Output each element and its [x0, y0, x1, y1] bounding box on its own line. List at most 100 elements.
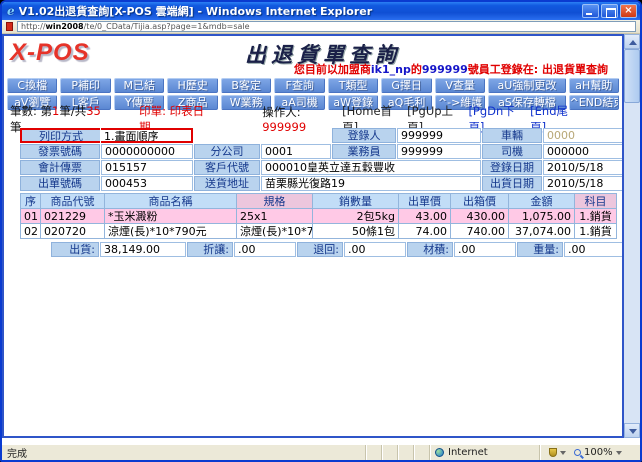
vertical-scrollbar[interactable]: [624, 34, 640, 438]
driver-value: 000000: [543, 144, 623, 159]
status-spacer: [414, 445, 430, 460]
close-button[interactable]: ×: [620, 4, 637, 18]
shipdate-value: 2010/5/18: [543, 176, 623, 191]
url-host: win2008: [46, 22, 84, 31]
table-row[interactable]: 01 021229 *玉米澱粉 25x1 2包5kg 43.00 430.00 …: [21, 209, 617, 224]
ie-icon: e: [7, 4, 15, 18]
total-records: 35: [86, 104, 101, 118]
print-mode-value[interactable]: 1.畫面順序: [101, 128, 193, 143]
status-spacer: [382, 445, 398, 460]
col-unit-price: 出單價: [399, 194, 451, 209]
address-bar: http://win2008/te/0_CData/Tijia.asp?page…: [2, 20, 640, 34]
orderno-label: 出單號碼: [20, 176, 100, 191]
zoom-caret-icon[interactable]: [616, 451, 622, 455]
url-path: /te/0_CData/Tijia.asp?page=1&mdb=sale: [84, 22, 250, 31]
notice-suffix: 號員工登錄在:: [468, 63, 542, 76]
notice-current: 出退貨單查詢: [542, 63, 608, 76]
cell-seq: 01: [21, 209, 41, 224]
print-mode-label: 列印方式: [20, 128, 100, 143]
scroll-up-button[interactable]: [624, 34, 640, 49]
products-header-row: 序 商品代號 商品名稱 規格 銷數量 出單價 出箱價 金額 科目: [21, 194, 617, 209]
cell-unit-price: 43.00: [399, 209, 451, 224]
col-box-price: 出箱價: [451, 194, 509, 209]
page-header: X-POS 出退貨單查詢: [4, 36, 622, 63]
security-zone: Internet: [430, 445, 540, 460]
toolbar-button-type[interactable]: T類型: [328, 78, 378, 93]
zone-label: Internet: [448, 447, 488, 458]
toolbar-button-reprint[interactable]: P補印: [60, 78, 110, 93]
up-arrow-icon: [629, 40, 637, 45]
toolbar-button-query[interactable]: F查詢: [274, 78, 324, 93]
discount-value: .00: [234, 242, 296, 257]
volume-value: .00: [454, 242, 516, 257]
toolbar-button-help[interactable]: aH幫助: [569, 78, 619, 93]
zoom-control[interactable]: 100%: [540, 445, 640, 460]
col-amount: 金額: [509, 194, 575, 209]
login-value: 999999: [397, 128, 481, 143]
cell-spec: 涼煙(長)*10*790元涼煙(長): [237, 224, 313, 239]
table-row[interactable]: 02 020720 涼煙(長)*10*790元 涼煙(長)*10*790元涼煙(…: [21, 224, 617, 239]
driver-label: 司機: [482, 144, 542, 159]
scroll-down-button[interactable]: [624, 423, 640, 438]
shipdate-label: 出貨日期: [482, 176, 542, 191]
weight-value: .00: [564, 242, 624, 257]
customer-label: 客戶代號: [194, 160, 260, 175]
products-table: 序 商品代號 商品名稱 規格 銷數量 出單價 出箱價 金額 科目 01 0212…: [20, 193, 617, 239]
url-field[interactable]: http://win2008/te/0_CData/Tijia.asp?page…: [17, 21, 636, 32]
discount-label: 折讓:: [187, 242, 233, 257]
toolbar-button-pick-date[interactable]: G擇日: [381, 78, 431, 93]
dropdown-caret-icon[interactable]: [560, 451, 566, 455]
toolbar-button-history[interactable]: H歷史: [167, 78, 217, 93]
notice-mid: 的: [411, 63, 422, 76]
count-prefix: 筆數: 第: [10, 104, 52, 118]
cell-code: 020720: [41, 224, 105, 239]
col-code: 商品代號: [41, 194, 105, 209]
toolbar-button-customer-order[interactable]: B客定: [221, 78, 271, 93]
ship-total-value: 38,149.00: [100, 242, 186, 257]
salesman-label: 業務員: [332, 144, 396, 159]
url-prefix: http://: [21, 22, 46, 31]
cell-seq: 02: [21, 224, 41, 239]
magnifier-icon: [574, 449, 581, 456]
form-blank: [194, 128, 331, 143]
scroll-thumb[interactable]: [624, 49, 640, 103]
toolbar-button-force-edit[interactable]: aU強制更改: [488, 78, 565, 93]
cell-name: *玉米澱粉: [105, 209, 237, 224]
totals-row: 出貨: 38,149.00 折讓: .00 退回: .00 材積: .00 重量…: [20, 242, 612, 257]
notice-merchant: ik1_np: [371, 63, 411, 76]
toolbar-row-1: C換檔 P補印 M已結 H歷史 B客定 F查詢 T類型 G擇日 V查量 aU強制…: [4, 77, 622, 94]
toolbar-button-check-qty[interactable]: V查量: [435, 78, 485, 93]
xpos-logo: X-POS: [10, 39, 180, 67]
cell-amount: 37,074.00: [509, 224, 575, 239]
col-category: 科目: [575, 194, 617, 209]
vehicle-value: 0000: [543, 128, 623, 143]
cell-box-price: 430.00: [451, 209, 509, 224]
notice-prefix: 您目前以加盟商: [294, 63, 371, 76]
salesman-value: 999999: [397, 144, 481, 159]
internet-globe-icon: [435, 448, 444, 457]
titlebar: e V1.02出退貨查詢[X-POS 雲端網] - Windows Intern…: [2, 2, 640, 20]
status-bar: 完成 Internet 100%: [2, 444, 640, 460]
cell-qty: 50條1包: [313, 224, 399, 239]
cell-category: 1.銷貨: [575, 209, 617, 224]
protected-mode-icon: [549, 448, 557, 457]
minimize-button[interactable]: [582, 4, 599, 18]
maximize-button[interactable]: [601, 4, 618, 18]
toolbar-button-closed[interactable]: M已結: [114, 78, 164, 93]
favicon: [6, 22, 13, 31]
zoom-level: 100%: [584, 447, 613, 458]
cell-qty: 2包5kg: [313, 209, 399, 224]
cell-unit-price: 74.00: [399, 224, 451, 239]
status-text: 完成: [2, 445, 366, 460]
scroll-track[interactable]: [624, 103, 640, 423]
invoice-label: 發票號碼: [20, 144, 100, 159]
col-spec: 規格: [237, 194, 313, 209]
voucher-label: 會計傳票: [20, 160, 100, 175]
cell-code: 021229: [41, 209, 105, 224]
login-label: 登錄人: [332, 128, 396, 143]
toolbar-button-change-file[interactable]: C換檔: [7, 78, 57, 93]
cell-box-price: 740.00: [451, 224, 509, 239]
col-seq: 序: [21, 194, 41, 209]
notice-employee: 999999: [422, 63, 468, 76]
invoice-value: 0000000000: [101, 144, 193, 159]
